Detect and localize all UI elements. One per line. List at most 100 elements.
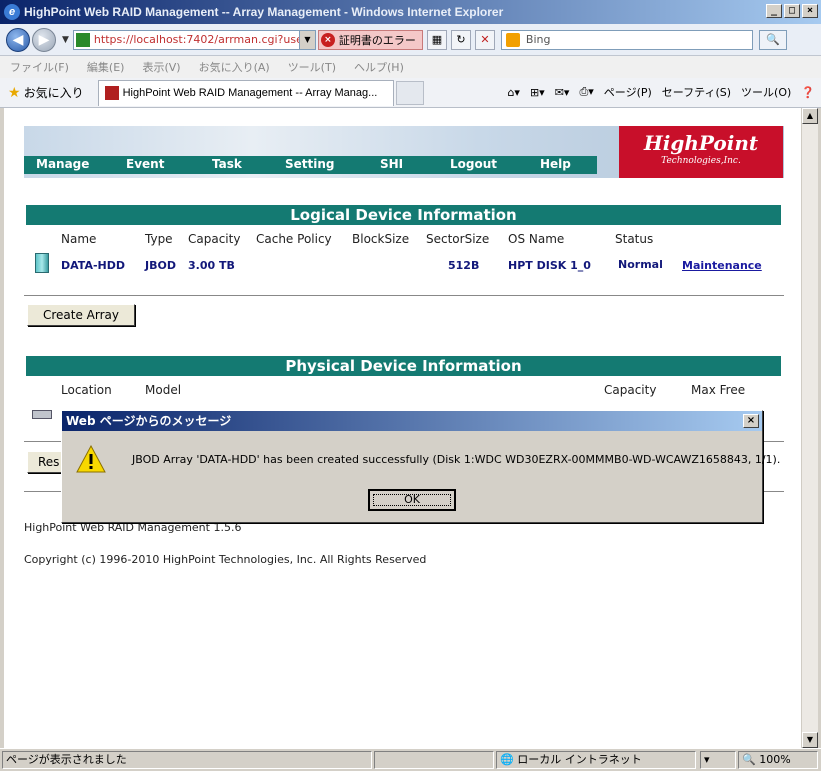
array-status: Normal	[618, 258, 663, 271]
col-cache-policy: Cache Policy	[256, 232, 332, 246]
forward-button[interactable]: ▶	[32, 27, 56, 52]
array-capacity: 3.00 TB	[188, 259, 235, 272]
nav-manage[interactable]: Manage	[36, 157, 89, 171]
disk-icon[interactable]	[32, 410, 52, 419]
window-title-bar: e HighPoint Web RAID Management -- Array…	[0, 0, 821, 24]
history-dropdown-icon[interactable]: ▼	[62, 35, 69, 45]
refresh-icon[interactable]: ↻	[450, 29, 471, 50]
ok-button[interactable]: OK	[368, 489, 456, 511]
array-name[interactable]: DATA-HDD	[61, 259, 125, 272]
zoom-icon: 🔍	[742, 753, 756, 766]
vertical-scrollbar[interactable]: ▲ ▼	[801, 108, 818, 748]
dialog-title-bar: Web ページからのメッセージ ×	[62, 411, 762, 431]
nav-help[interactable]: Help	[540, 157, 571, 171]
nav-shi[interactable]: SHI	[380, 157, 403, 171]
compat-view-icon[interactable]: ▦	[426, 29, 447, 50]
command-bar: ⌂▾ ⊞▾ ✉▾ ⎙▾ ページ(P) セーフティ(S) ツール(O) ❓	[507, 84, 815, 100]
zoom-level: 100%	[759, 753, 791, 766]
home-icon[interactable]: ⌂▾	[507, 86, 520, 99]
close-button[interactable]: ×	[802, 4, 818, 18]
certificate-error-label: 証明書のエラー	[338, 33, 416, 47]
zoom-control[interactable]: 🔍 100%	[738, 751, 818, 769]
logo-name: HighPoint	[643, 131, 759, 155]
message-dialog: Web ページからのメッセージ × JBOD Array 'DATA-HDD' …	[61, 410, 780, 523]
mail-icon[interactable]: ✉▾	[555, 86, 570, 99]
main-nav: Manage Event Task Setting SHI Logout Hel…	[24, 156, 597, 174]
feeds-icon[interactable]: ⊞▾	[530, 86, 545, 99]
new-tab-button[interactable]	[395, 80, 424, 105]
dialog-close-button[interactable]: ×	[743, 414, 759, 428]
divider	[24, 295, 784, 296]
col-sectorsize: SectorSize	[426, 232, 490, 246]
shield-error-icon: ×	[320, 32, 335, 47]
col-type: Type	[145, 232, 173, 246]
highpoint-logo: HighPoint Technologies,Inc.	[619, 126, 783, 178]
certificate-error-button[interactable]: × 証明書のエラー	[317, 29, 423, 50]
array-icon[interactable]	[35, 253, 49, 273]
favorites-button[interactable]: ★ お気に入り	[8, 84, 84, 101]
col-blocksize: BlockSize	[352, 232, 410, 246]
dialog-message: JBOD Array 'DATA-HDD' has been created s…	[132, 453, 781, 466]
nav-task[interactable]: Task	[212, 157, 242, 171]
address-dropdown-icon[interactable]: ▼	[298, 30, 315, 49]
zone-label: ローカル イントラネット	[517, 753, 642, 766]
print-icon[interactable]: ⎙▾	[579, 85, 593, 99]
nav-logout[interactable]: Logout	[450, 157, 497, 171]
ie-logo-icon: e	[4, 4, 20, 20]
scroll-up-icon[interactable]: ▲	[802, 108, 818, 124]
tab-title: HighPoint Web RAID Management -- Array M…	[122, 87, 378, 99]
logical-device-header: Logical Device Information	[26, 205, 781, 225]
nav-event[interactable]: Event	[126, 157, 164, 171]
protected-mode-icon[interactable]: ▾	[700, 751, 736, 769]
window-title: HighPoint Web RAID Management -- Array M…	[24, 5, 504, 19]
bing-icon	[505, 32, 520, 47]
status-panel	[374, 751, 494, 769]
col-os-name: OS Name	[508, 232, 565, 246]
col-max-free: Max Free	[691, 383, 746, 397]
status-bar: ページが表示されました 🌐 ローカル イントラネット ▾ 🔍 100%	[0, 748, 821, 771]
site-favicon-icon	[75, 32, 90, 47]
menu-help[interactable]: ヘルプ(H)	[354, 59, 404, 75]
menu-file[interactable]: ファイル(F)	[10, 59, 69, 75]
menu-favorites[interactable]: お気に入り(A)	[199, 59, 270, 75]
array-type: JBOD	[145, 259, 176, 272]
col-location: Location	[61, 383, 112, 397]
menu-bar: ファイル(F) 編集(E) 表示(V) お気に入り(A) ツール(T) ヘルプ(…	[0, 56, 821, 78]
nav-setting[interactable]: Setting	[285, 157, 335, 171]
logo-subtitle: Technologies,Inc.	[661, 156, 741, 166]
array-sectorsize: 512B	[448, 259, 480, 272]
stop-icon[interactable]: ✕	[474, 29, 495, 50]
security-zone: 🌐 ローカル イントラネット	[496, 751, 696, 769]
create-array-button[interactable]: Create Array	[27, 304, 135, 326]
search-placeholder: Bing	[525, 33, 551, 46]
col-status: Status	[615, 232, 654, 246]
focus-ring	[373, 494, 451, 506]
physical-device-header: Physical Device Information	[26, 356, 781, 376]
tools-menu[interactable]: ツール(O)	[741, 84, 791, 100]
array-os-name: HPT DISK 1_0	[508, 259, 591, 272]
search-input[interactable]: Bing	[500, 29, 753, 50]
minimize-button[interactable]: _	[766, 4, 782, 18]
address-toolbar: ◀ ▶ ▼ https://localhost:7402/arrman.cgi?…	[0, 24, 821, 56]
maximize-button[interactable]: □	[784, 4, 800, 18]
page-menu[interactable]: ページ(P)	[604, 84, 652, 100]
copyright-text: Copyright (c) 1996-2010 HighPoint Techno…	[24, 553, 427, 566]
menu-tools[interactable]: ツール(T)	[288, 59, 336, 75]
scroll-down-icon[interactable]: ▼	[802, 732, 818, 748]
address-field[interactable]: https://localhost:7402/arrman.cgi?useri …	[72, 29, 316, 50]
menu-view[interactable]: 表示(V)	[142, 59, 180, 75]
tab-favicon-icon	[104, 86, 119, 100]
col-model: Model	[145, 383, 182, 397]
dialog-title: Web ページからのメッセージ	[66, 414, 232, 428]
zone-icon: 🌐	[500, 753, 518, 766]
search-button[interactable]: 🔍	[758, 29, 787, 50]
star-icon: ★	[8, 84, 21, 101]
help-icon[interactable]: ❓	[801, 86, 815, 99]
browser-tab[interactable]: HighPoint Web RAID Management -- Array M…	[97, 79, 394, 106]
back-button[interactable]: ◀	[6, 27, 30, 52]
menu-edit[interactable]: 編集(E)	[87, 59, 125, 75]
url-text: https://localhost:7402/arrman.cgi?useri	[93, 33, 311, 46]
maintenance-link[interactable]: Maintenance	[682, 259, 762, 272]
safety-menu[interactable]: セーフティ(S)	[662, 84, 731, 100]
col-name: Name	[61, 232, 97, 246]
